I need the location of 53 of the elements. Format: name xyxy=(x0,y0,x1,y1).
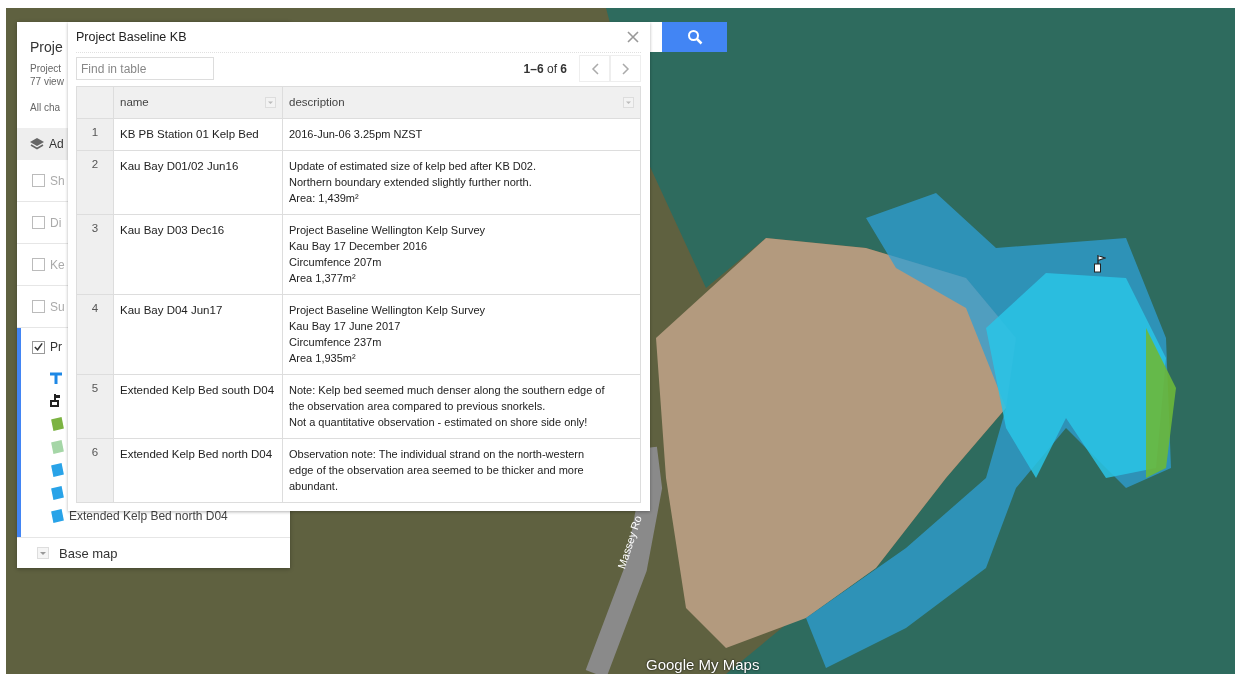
table-cell-text: Update of estimated size of kelp bed after KB D02. Northern boundary extended slightly further north. Area: 1,439m² xyxy=(289,159,537,206)
pagination-count: 1–6 of 6 xyxy=(523,61,567,76)
column-menu-icon[interactable] xyxy=(265,96,276,108)
row-number: 2 xyxy=(91,158,99,170)
close-button[interactable] xyxy=(625,29,641,45)
layer-checkbox[interactable] xyxy=(32,258,45,271)
layer-name[interactable]: Su xyxy=(50,299,65,314)
layer-checkbox[interactable] xyxy=(32,300,45,313)
layer-checkbox[interactable] xyxy=(32,340,45,354)
map-title: Proje xyxy=(30,39,63,55)
row-number: 1 xyxy=(91,126,99,138)
row-number: 3 xyxy=(91,222,99,234)
table-cell-text: Kau Bay D01/02 Jun16 xyxy=(120,159,239,174)
row-number: 5 xyxy=(91,382,99,394)
chevron-right-icon xyxy=(621,62,630,75)
table-cell-text: Extended Kelp Bed north D04 xyxy=(120,447,273,462)
column-menu-icon[interactable] xyxy=(623,96,634,108)
find-in-table-field[interactable]: Find in table xyxy=(76,57,214,80)
changes-status: All cha xyxy=(30,101,60,114)
search-icon xyxy=(686,29,703,45)
layer-checkbox[interactable] xyxy=(32,216,45,229)
table-cell-text: Note: Kelp bed seemed much denser along the southern edge of the observation area compared to previous snorkels. Not a quantitative observation - estimated on shore side only! xyxy=(289,383,605,430)
previous-page-button[interactable] xyxy=(579,55,610,82)
table-cell-text: Project Baseline Wellington Kelp Survey Kau Bay 17 December 2016 Circumfence 207m Area 1,377m² xyxy=(289,223,486,286)
column-header: description xyxy=(289,96,345,108)
table-cell-text: Extended Kelp Bed south D04 xyxy=(120,383,275,398)
feature-name[interactable]: Extended Kelp Bed north D04 xyxy=(69,508,228,523)
table-cell-text: Kau Bay D04 Jun17 xyxy=(120,303,223,318)
layers-icon xyxy=(29,137,45,151)
column-header: name xyxy=(120,96,149,108)
map-logo: Google My Maps xyxy=(646,656,760,673)
close-icon xyxy=(627,31,639,43)
base-map-toggle[interactable]: Base map xyxy=(17,537,290,568)
layer-name[interactable]: Pr xyxy=(50,340,62,354)
layer-name[interactable]: Sh xyxy=(50,173,65,188)
row-number: 4 xyxy=(91,302,99,314)
row-number: 6 xyxy=(91,446,99,458)
table-cell-text: KB PB Station 01 Kelp Bed xyxy=(120,127,259,142)
table-cell-text: Observation note: The individual strand on the north-western edge of the observation area seemed to be thicker and more abundant. xyxy=(289,447,585,494)
table-cell-text: 2016-Jun-06 3.25pm NZST xyxy=(289,127,423,142)
view-count: 77 view xyxy=(30,75,64,88)
layer-checkbox[interactable] xyxy=(32,174,45,187)
next-page-button[interactable] xyxy=(610,55,641,82)
layer-name[interactable]: Di xyxy=(50,215,62,230)
table-cell-text: Project Baseline Wellington Kelp Survey Kau Bay 17 June 2017 Circumfence 237m Area 1,935m² xyxy=(289,303,486,366)
table-cell-text: Kau Bay D03 Dec16 xyxy=(120,223,225,238)
layer-name[interactable]: Ke xyxy=(50,257,65,272)
chevron-left-icon xyxy=(590,62,599,75)
dropdown-icon xyxy=(37,547,49,559)
search-button[interactable] xyxy=(662,22,727,52)
dialog-title: Project Baseline KB xyxy=(76,30,187,44)
flag-marker-icon[interactable] xyxy=(1094,254,1106,273)
map-description: Project xyxy=(30,62,62,75)
